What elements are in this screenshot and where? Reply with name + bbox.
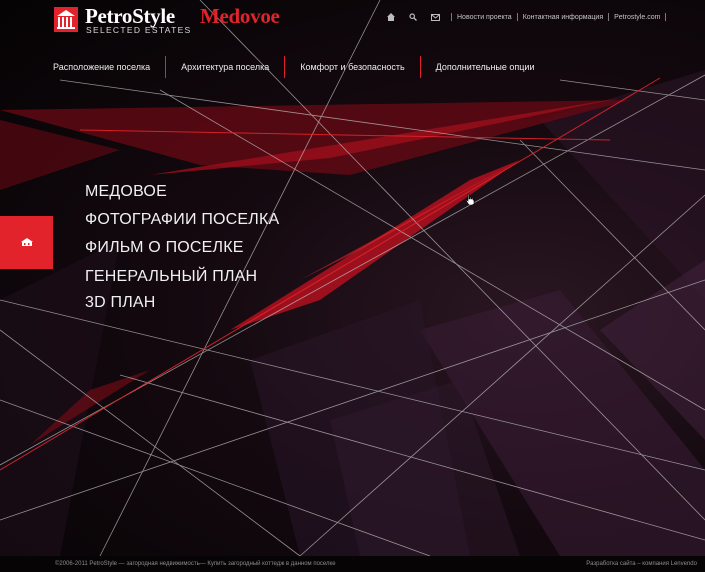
nav-item-comfort-security[interactable]: Комфорт и безопасность: [293, 62, 411, 72]
menu-item-3d-plan[interactable]: 3D ПЛАН: [85, 294, 279, 312]
brand-name-secondary: Medovoe: [200, 4, 280, 28]
home-icon[interactable]: [380, 10, 402, 24]
estate-icon: [20, 238, 33, 246]
nav-item-extra-options[interactable]: Дополнительные опции: [429, 62, 542, 72]
nav-item-architecture[interactable]: Архитектура поселка: [174, 62, 276, 72]
main-navigation: Расположение поселка Архитектура поселка…: [46, 56, 542, 78]
search-icon[interactable]: [402, 10, 424, 24]
footer: ©2006-2011 PetroStyle — загородная недви…: [0, 556, 705, 572]
petrostyle-link[interactable]: Petrostyle.com: [614, 14, 660, 21]
section-menu: МЕДОВОЕ ФОТОГРАФИИ ПОСЕЛКА ФИЛЬМ О ПОСЕЛ…: [85, 183, 279, 312]
nav-item-location[interactable]: Расположение поселка: [46, 62, 157, 72]
page: PetroStyle Medovoe SELECTED ESTATES Ново…: [0, 0, 705, 572]
news-link[interactable]: Новости проекта: [457, 14, 512, 21]
footer-copyright[interactable]: ©2006-2011 PetroStyle — загородная недви…: [55, 561, 336, 567]
separator: [608, 13, 610, 21]
brand-tagline: SELECTED ESTATES: [86, 25, 192, 35]
nav-divider: [419, 56, 421, 78]
footer-developer-link[interactable]: Разработка сайта – компания Lenvendo: [586, 561, 697, 567]
separator: [451, 13, 452, 21]
logo-emblem-icon: [54, 7, 78, 32]
contacts-link[interactable]: Контактная информация: [523, 14, 603, 21]
nav-divider: [165, 56, 167, 78]
mail-icon[interactable]: [424, 10, 446, 24]
menu-item-film[interactable]: ФИЛЬМ О ПОСЕЛКЕ: [85, 239, 279, 257]
menu-item-medovoe[interactable]: МЕДОВОЕ: [85, 183, 279, 201]
separator: [665, 13, 667, 21]
hand-cursor-icon: [465, 193, 475, 206]
top-utility-bar: Новости проекта Контактная информация Pe…: [380, 10, 671, 24]
menu-item-photos[interactable]: ФОТОГРАФИИ ПОСЕЛКА: [85, 211, 279, 229]
menu-item-master-plan[interactable]: ГЕНЕРАЛЬНЫЙ ПЛАН: [85, 268, 279, 286]
side-tab-button[interactable]: [0, 216, 53, 269]
separator: [516, 13, 518, 21]
nav-divider: [284, 56, 286, 78]
